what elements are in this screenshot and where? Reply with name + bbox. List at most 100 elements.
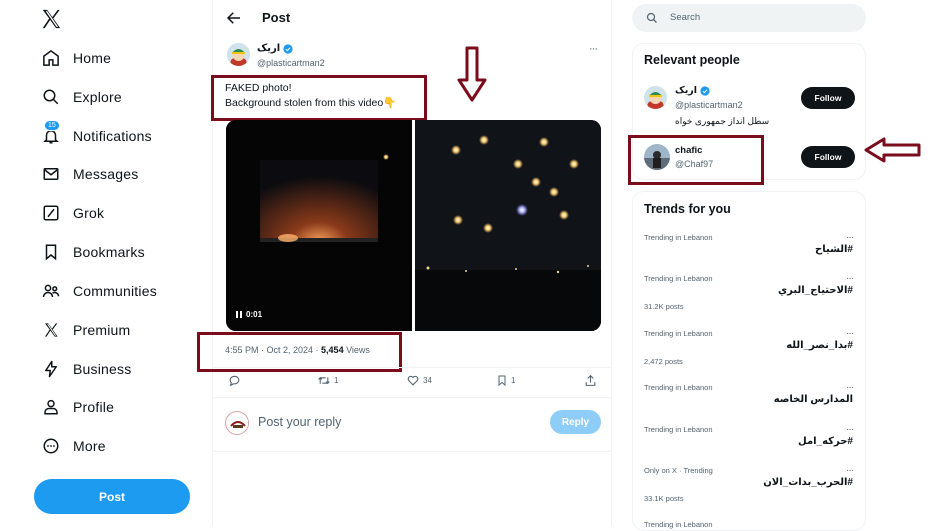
search-input[interactable]: Search (632, 4, 866, 32)
trend-more-icon[interactable]: ··· (846, 465, 854, 476)
divider (213, 367, 611, 368)
people-icon (40, 280, 62, 302)
trend-name: #الحرب_بدات_الان (763, 477, 853, 488)
bookmark-count: 1 (511, 376, 516, 385)
trend-more-icon[interactable]: ··· (846, 382, 854, 393)
reply-input[interactable]: Post your reply (258, 415, 341, 429)
left-navigation: Home Explore 15 Notifications Messages G… (0, 0, 212, 525)
author-avatar[interactable] (227, 43, 250, 66)
reply-action[interactable] (228, 374, 241, 387)
nav-home[interactable]: Home (40, 46, 111, 70)
tweet-media[interactable]: 0:01 (226, 120, 601, 331)
user-avatar[interactable] (225, 411, 249, 435)
lightning-icon (40, 358, 62, 380)
nav-notifications-label: Notifications (73, 128, 152, 144)
nav-grok-label: Grok (73, 205, 105, 221)
trend-more-icon[interactable]: ··· (846, 232, 854, 243)
back-arrow-icon[interactable] (225, 9, 243, 27)
trend-name: #الشياح (815, 244, 853, 255)
nav-messages[interactable]: Messages (40, 162, 138, 186)
reply-icon (229, 375, 240, 387)
video-controls[interactable]: 0:01 (236, 310, 262, 319)
share-action[interactable] (584, 374, 597, 387)
more-circle-icon (40, 435, 62, 457)
retweet-icon (318, 377, 330, 384)
trend-more-icon[interactable]: ··· (846, 424, 854, 435)
nav-notifications[interactable]: 15 Notifications (40, 120, 152, 148)
person-handle[interactable]: @plasticartman2 (675, 100, 743, 110)
retweet-count: 1 (334, 376, 339, 385)
nav-communities[interactable]: Communities (40, 279, 157, 303)
trend-more-icon[interactable]: ··· (846, 328, 854, 339)
trends-title: Trends for you (644, 202, 731, 216)
bookmark-icon (40, 241, 62, 263)
nav-communities-label: Communities (73, 283, 157, 299)
person-name[interactable]: اریک (675, 85, 710, 96)
author-name-text: اریک (257, 43, 281, 54)
trend-name: #الاحتياج_البري (778, 285, 853, 296)
trend-context: Only on X · Trending (644, 466, 713, 475)
tweet-actions: 1 34 1 (225, 374, 601, 392)
follow-button[interactable]: Follow (801, 87, 855, 109)
annotation-box-meta (197, 332, 402, 372)
more-options-icon[interactable]: ··· (589, 43, 598, 55)
home-icon (40, 47, 62, 69)
video-time: 0:01 (246, 310, 263, 319)
trend-more-icon[interactable]: ··· (846, 273, 854, 284)
nav-explore-label: Explore (73, 89, 122, 105)
nav-bookmarks[interactable]: Bookmarks (40, 240, 145, 264)
heart-icon (407, 375, 419, 386)
trends-panel: Trends for you Trending in Lebanon ··· #… (632, 191, 866, 531)
video-thumbnail (226, 120, 601, 331)
verified-badge-icon (283, 43, 293, 54)
right-sidebar: Search Relevant people اریک @plasticartm… (612, 0, 934, 531)
author-handle[interactable]: @plasticartman2 (257, 58, 325, 68)
search-placeholder: Search (670, 12, 701, 23)
bell-icon: 15 (40, 120, 62, 147)
nav-more[interactable]: More (40, 434, 106, 458)
nav-profile[interactable]: Profile (40, 395, 114, 419)
bookmark-action[interactable]: 1 (496, 374, 515, 387)
trend-context: Trending in Lebanon (644, 233, 713, 242)
trend-context: Trending in Lebanon (644, 383, 713, 392)
like-action[interactable]: 34 (406, 374, 432, 387)
nav-profile-label: Profile (73, 399, 115, 415)
trend-count: 33.1K posts (644, 494, 684, 503)
x-logo-icon[interactable] (40, 8, 62, 30)
reply-button[interactable]: Reply (550, 410, 601, 434)
grok-icon (40, 202, 62, 224)
nav-messages-label: Messages (73, 166, 139, 182)
nav-business[interactable]: Business (40, 357, 131, 381)
nav-explore[interactable]: Explore (40, 85, 122, 109)
notification-count-badge: 15 (44, 120, 60, 131)
nav-grok[interactable]: Grok (40, 201, 104, 225)
post-button[interactable]: Post (34, 479, 190, 514)
divider (213, 397, 611, 398)
author-name[interactable]: اریک (257, 43, 293, 54)
nav-business-label: Business (73, 361, 132, 377)
nav-premium-label: Premium (73, 322, 131, 338)
person-avatar[interactable] (644, 86, 667, 109)
trend-context: Trending in Lebanon (644, 425, 713, 434)
follow-button[interactable]: Follow (801, 146, 855, 168)
nav-premium[interactable]: Premium (40, 318, 130, 342)
x-logo-icon (40, 319, 62, 341)
nav-more-label: More (73, 438, 106, 454)
trend-count: 2,472 posts (644, 357, 683, 366)
trend-name: #بدا_نصر_الله (786, 340, 853, 351)
retweet-action[interactable]: 1 (317, 374, 338, 387)
search-icon (646, 12, 657, 23)
annotation-box-person (628, 135, 764, 185)
pause-icon[interactable] (236, 311, 242, 318)
search-icon (40, 86, 62, 108)
envelope-icon (40, 163, 62, 185)
annotation-box-text (211, 75, 427, 121)
relevant-people-title: Relevant people (644, 53, 740, 67)
bookmark-icon (498, 375, 506, 387)
person-icon (40, 396, 62, 418)
trend-context: Trending in Lebanon (644, 274, 713, 283)
trend-name: المدارس الخاصه (773, 394, 853, 405)
trend-count: 31.2K posts (644, 302, 684, 311)
like-count: 34 (423, 376, 432, 385)
trend-name: #حركه_امل (798, 436, 853, 447)
